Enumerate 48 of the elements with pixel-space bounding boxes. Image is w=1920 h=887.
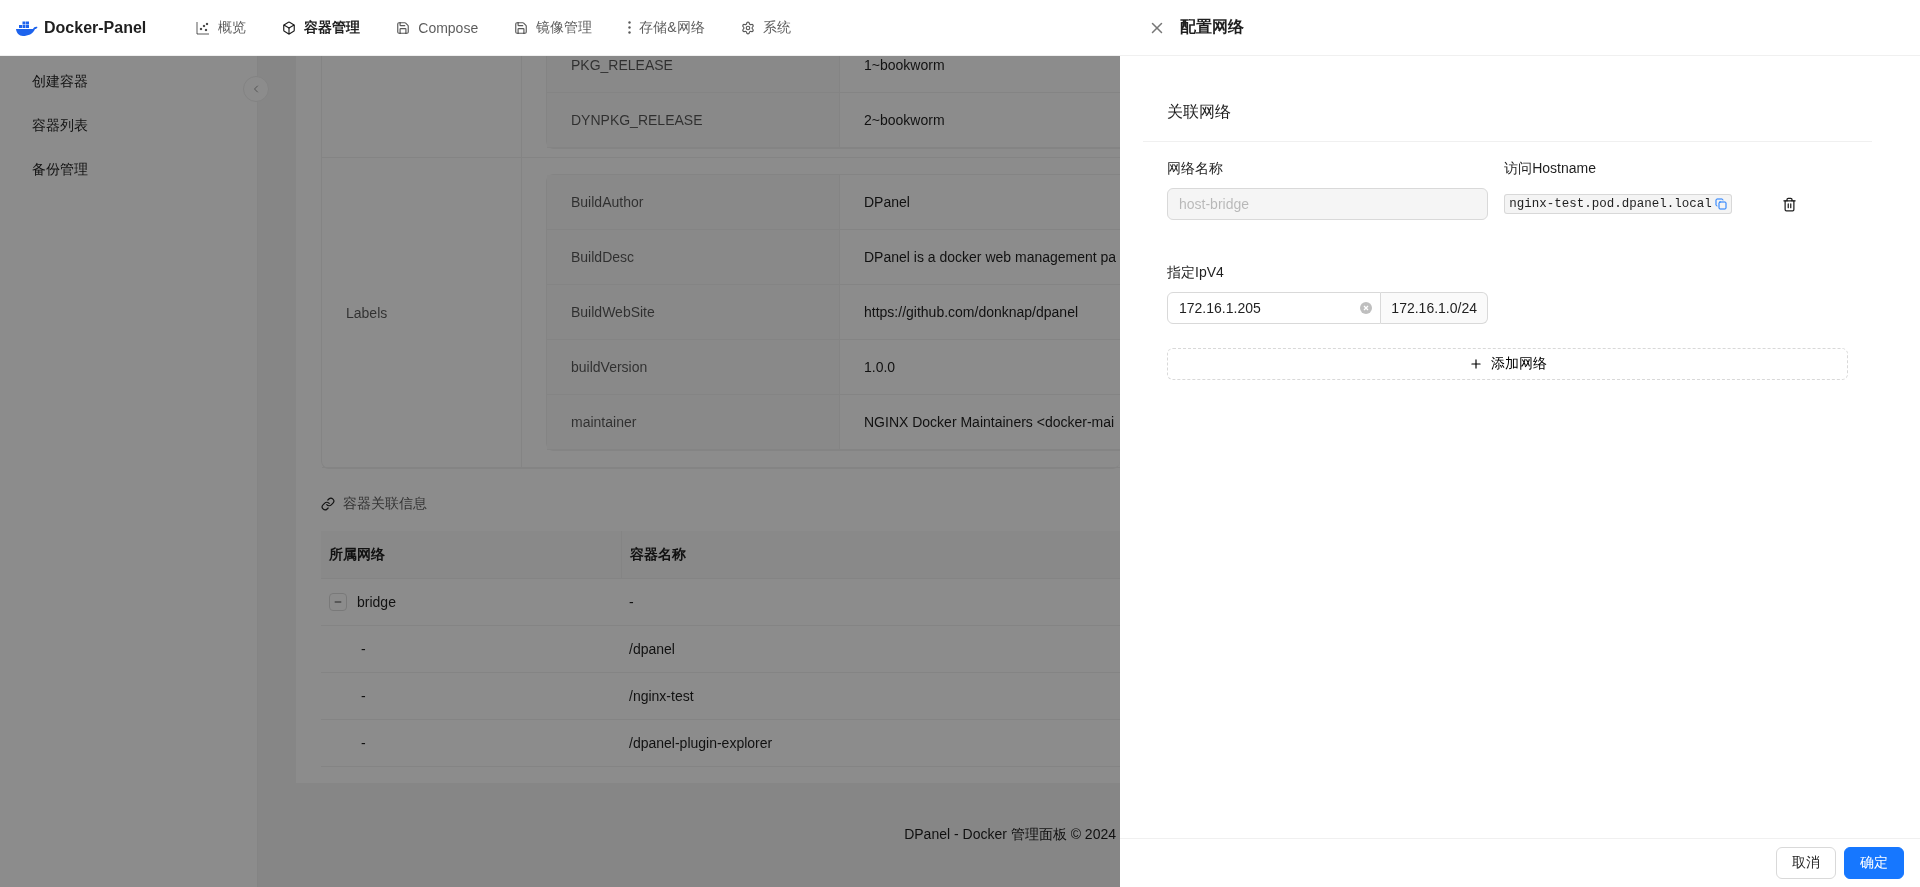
expand-toggle[interactable]: [329, 593, 347, 611]
sidebar-item[interactable]: 容器列表: [4, 104, 253, 148]
dots-icon: [628, 21, 632, 34]
section-title: 容器关联信息: [343, 495, 427, 513]
add-network-button[interactable]: 添加网络: [1167, 348, 1848, 380]
cancel-button[interactable]: 取消: [1776, 847, 1836, 879]
table-cell: /dpanel: [629, 641, 675, 657]
drawer-title: 配置网络: [1180, 17, 1244, 37]
brand-name: Docker-Panel: [44, 18, 147, 37]
table-cell: bridge: [357, 594, 396, 610]
key-cell: maintainer: [547, 395, 840, 450]
clear-icon[interactable]: [1360, 302, 1373, 314]
labels-heading: Labels: [322, 158, 522, 468]
nav-item[interactable]: 容器管理: [264, 0, 379, 55]
field-label: 网络名称: [1167, 160, 1224, 178]
table-cell: -: [629, 594, 634, 610]
nav-item[interactable]: Compose: [378, 0, 497, 55]
key-cell: BuildAuthor: [547, 175, 840, 230]
whale-logo-icon: [16, 19, 38, 36]
footer-text: DPanel - Docker 管理面板 © 2024: [904, 826, 1116, 844]
table-cell: -: [361, 735, 366, 751]
floppy-icon: [396, 20, 411, 35]
ipv4-field[interactable]: 172.16.1.205: [1167, 292, 1382, 324]
chart-icon: [196, 20, 211, 35]
key-cell: DYNPKG_RELEASE: [547, 93, 840, 148]
settings-icon: [740, 20, 755, 35]
hostname-code: nginx-test.pod.dpanel.local: [1504, 194, 1732, 214]
table-cell: /nginx-test: [629, 688, 694, 704]
section-title: 关联网络: [1143, 80, 1872, 142]
field-label: 访问Hostname: [1504, 160, 1597, 178]
key-cell: BuildWebSite: [547, 285, 840, 340]
copy-icon[interactable]: [1714, 198, 1727, 210]
column-header: 容器名称: [621, 531, 1120, 579]
sidebar-item[interactable]: 备份管理: [4, 148, 253, 192]
table-cell: -: [361, 641, 366, 657]
link-icon: [321, 497, 335, 511]
box-icon: [282, 20, 297, 35]
table-cell: -: [361, 688, 366, 704]
delete-icon[interactable]: [1781, 196, 1797, 212]
floppy-icon: [514, 20, 529, 35]
subnet-addon: 172.16.1.0/24: [1381, 292, 1488, 324]
key-cell: BuildDesc: [547, 230, 840, 285]
plus-icon: [1468, 357, 1483, 371]
key-cell: buildVersion: [547, 340, 840, 395]
table-cell: /dpanel-plugin-explorer: [629, 735, 773, 751]
field-label: 指定IpV4: [1167, 264, 1225, 282]
confirm-button[interactable]: 确定: [1844, 847, 1904, 879]
nav-item[interactable]: 概览: [178, 0, 265, 55]
